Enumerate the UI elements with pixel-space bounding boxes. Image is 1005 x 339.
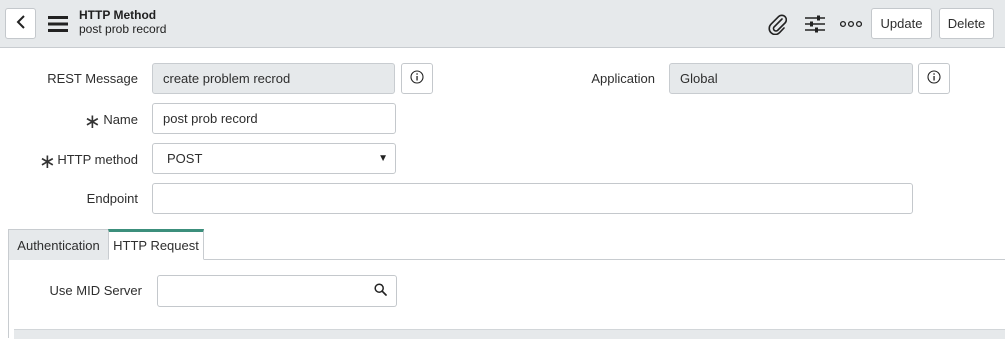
use-mid-server-label: Use MID Server — [49, 283, 142, 298]
http-method-value: POST — [167, 151, 203, 166]
tab-authentication[interactable]: Authentication — [8, 229, 109, 260]
rest-message-label: REST Message — [47, 71, 138, 86]
hamburger-menu-icon[interactable] — [48, 15, 68, 33]
required-asterisk-icon: ∗ — [84, 111, 101, 133]
endpoint-label: Endpoint — [86, 191, 138, 206]
tab-panel-border — [8, 260, 9, 338]
record-name-subtitle: post prob record — [79, 22, 167, 36]
http-method-label: HTTP method — [57, 152, 138, 167]
delete-button[interactable]: Delete — [939, 8, 994, 39]
chevron-left-icon — [16, 15, 26, 32]
endpoint-field[interactable] — [152, 183, 913, 214]
name-field[interactable]: post prob record — [152, 103, 396, 134]
update-button[interactable]: Update — [871, 8, 932, 39]
info-icon — [927, 70, 941, 87]
back-button[interactable] — [5, 8, 36, 39]
record-type-title: HTTP Method — [79, 8, 157, 22]
info-icon — [410, 70, 424, 87]
application-field[interactable]: Global — [669, 63, 913, 94]
settings-sliders-icon[interactable] — [803, 12, 827, 36]
use-mid-server-field[interactable] — [157, 275, 365, 307]
mid-server-lookup-button[interactable] — [364, 275, 397, 307]
rest-message-info-button[interactable] — [401, 63, 433, 94]
application-info-button[interactable] — [918, 63, 950, 94]
dropdown-arrow-icon: ▼ — [378, 153, 388, 164]
http-method-select[interactable]: POST ▼ — [152, 143, 396, 174]
search-icon — [373, 283, 387, 299]
name-label: Name — [103, 112, 138, 127]
tab-http-request[interactable]: HTTP Request — [108, 229, 204, 260]
rest-message-field[interactable]: create problem recrod — [152, 63, 395, 94]
page-title: HTTP Method post prob record — [79, 8, 166, 36]
application-label: Application — [591, 71, 655, 86]
more-options-icon[interactable] — [839, 12, 863, 36]
form-header: HTTP Method post prob record Update Dele… — [0, 0, 1005, 48]
required-asterisk-icon: ∗ — [39, 151, 56, 173]
paperclip-icon[interactable] — [765, 12, 789, 36]
